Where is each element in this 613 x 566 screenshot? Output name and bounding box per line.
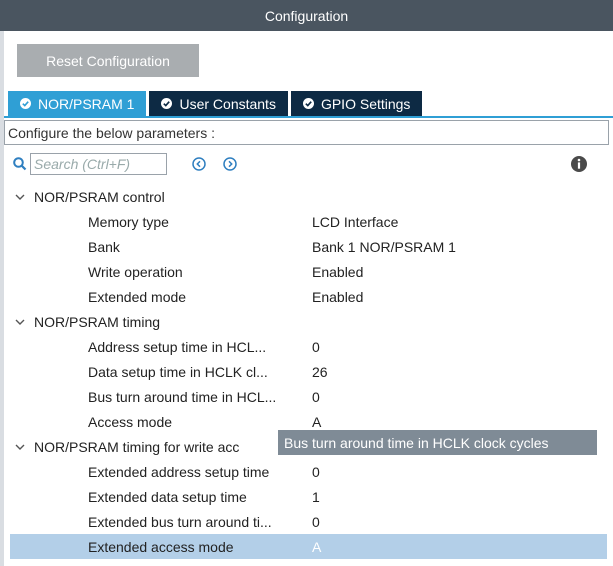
check-circle-icon — [161, 98, 173, 109]
param-row[interactable]: Extended address setup time 0 — [0, 459, 613, 484]
param-label: Write operation — [88, 263, 183, 280]
param-label: Data setup time in HCLK cl... — [88, 363, 268, 380]
param-row[interactable]: Bank Bank 1 NOR/PSRAM 1 — [0, 234, 613, 259]
param-label: Bus turn around time in HCL... — [88, 388, 277, 405]
param-value: LCD Interface — [312, 213, 399, 230]
param-row[interactable]: Bus turn around time in HCL... 0 — [0, 384, 613, 409]
tab-user-constants[interactable]: User Constants — [149, 91, 288, 116]
param-label: Access mode — [88, 413, 173, 430]
param-value: 26 — [312, 363, 328, 380]
param-value: 1 — [312, 488, 320, 505]
tab-label: User Constants — [179, 95, 276, 112]
param-row[interactable]: Address setup time in HCL... 0 — [0, 334, 613, 359]
param-row[interactable]: Data setup time in HCLK cl... 26 — [0, 359, 613, 384]
param-row[interactable]: Extended data setup time 1 — [0, 484, 613, 509]
param-row-selected[interactable]: Extended access mode A — [10, 534, 607, 559]
param-value: Enabled — [312, 263, 364, 280]
param-label: Extended bus turn around ti... — [88, 513, 272, 530]
chevron-down-icon[interactable] — [14, 441, 26, 453]
tooltip: Bus turn around time in HCLK clock cycle… — [278, 430, 597, 455]
param-value: A — [312, 538, 322, 555]
param-value: A — [312, 413, 322, 430]
check-circle-icon — [20, 98, 31, 109]
search-input[interactable] — [30, 153, 167, 175]
param-label: Bank — [88, 238, 120, 255]
group-nor-psram-timing[interactable]: NOR/PSRAM timing — [0, 309, 613, 334]
window-title-text: Configuration — [264, 7, 349, 24]
tab-underline — [4, 116, 613, 118]
param-label: Address setup time in HCL... — [88, 338, 267, 355]
chevron-right-circle-icon[interactable] — [223, 157, 237, 171]
param-value: Enabled — [312, 288, 364, 305]
param-row[interactable]: Extended bus turn around ti... 0 — [0, 509, 613, 534]
param-value: 0 — [312, 463, 320, 480]
group-nor-psram-control[interactable]: NOR/PSRAM control — [0, 184, 613, 209]
param-label: Extended address setup time — [88, 463, 270, 480]
search-icon[interactable] — [12, 156, 28, 172]
parameters-header-text: Configure the below parameters : — [8, 124, 215, 141]
group-label: NOR/PSRAM timing for write acc — [34, 438, 240, 455]
param-row[interactable]: Memory type LCD Interface — [0, 209, 613, 234]
tab-bar: NOR/PSRAM 1 User Constants GPIO Settings — [8, 91, 425, 116]
param-row[interactable]: Extended mode Enabled — [0, 284, 613, 309]
chevron-down-icon[interactable] — [14, 191, 26, 203]
tab-gpio-settings[interactable]: GPIO Settings — [290, 91, 423, 116]
window-title: Configuration — [0, 0, 613, 32]
param-value: 0 — [312, 388, 320, 405]
check-circle-icon — [302, 98, 314, 109]
param-value: 0 — [312, 338, 320, 355]
param-label: Extended access mode — [88, 538, 234, 555]
search-bar — [12, 153, 167, 175]
param-value: Bank 1 NOR/PSRAM 1 — [312, 238, 456, 255]
param-label: Extended data setup time — [88, 488, 247, 505]
param-row[interactable]: Write operation Enabled — [0, 259, 613, 284]
parameters-header: Configure the below parameters : — [4, 120, 609, 145]
param-label: Memory type — [88, 213, 169, 230]
param-label: Extended mode — [88, 288, 187, 305]
tab-label: GPIO Settings — [320, 95, 411, 112]
reset-configuration-button[interactable]: Reset Configuration — [17, 44, 199, 77]
group-label: NOR/PSRAM timing — [34, 313, 161, 330]
tab-nor-psram-1[interactable]: NOR/PSRAM 1 — [8, 91, 147, 116]
chevron-left-circle-icon[interactable] — [192, 157, 206, 171]
info-icon[interactable] — [570, 155, 588, 173]
group-label: NOR/PSRAM control — [34, 188, 165, 205]
tooltip-text: Bus turn around time in HCLK clock cycle… — [284, 434, 549, 451]
param-value: 0 — [312, 513, 320, 530]
tab-label: NOR/PSRAM 1 — [38, 95, 135, 112]
chevron-down-icon[interactable] — [14, 316, 26, 328]
